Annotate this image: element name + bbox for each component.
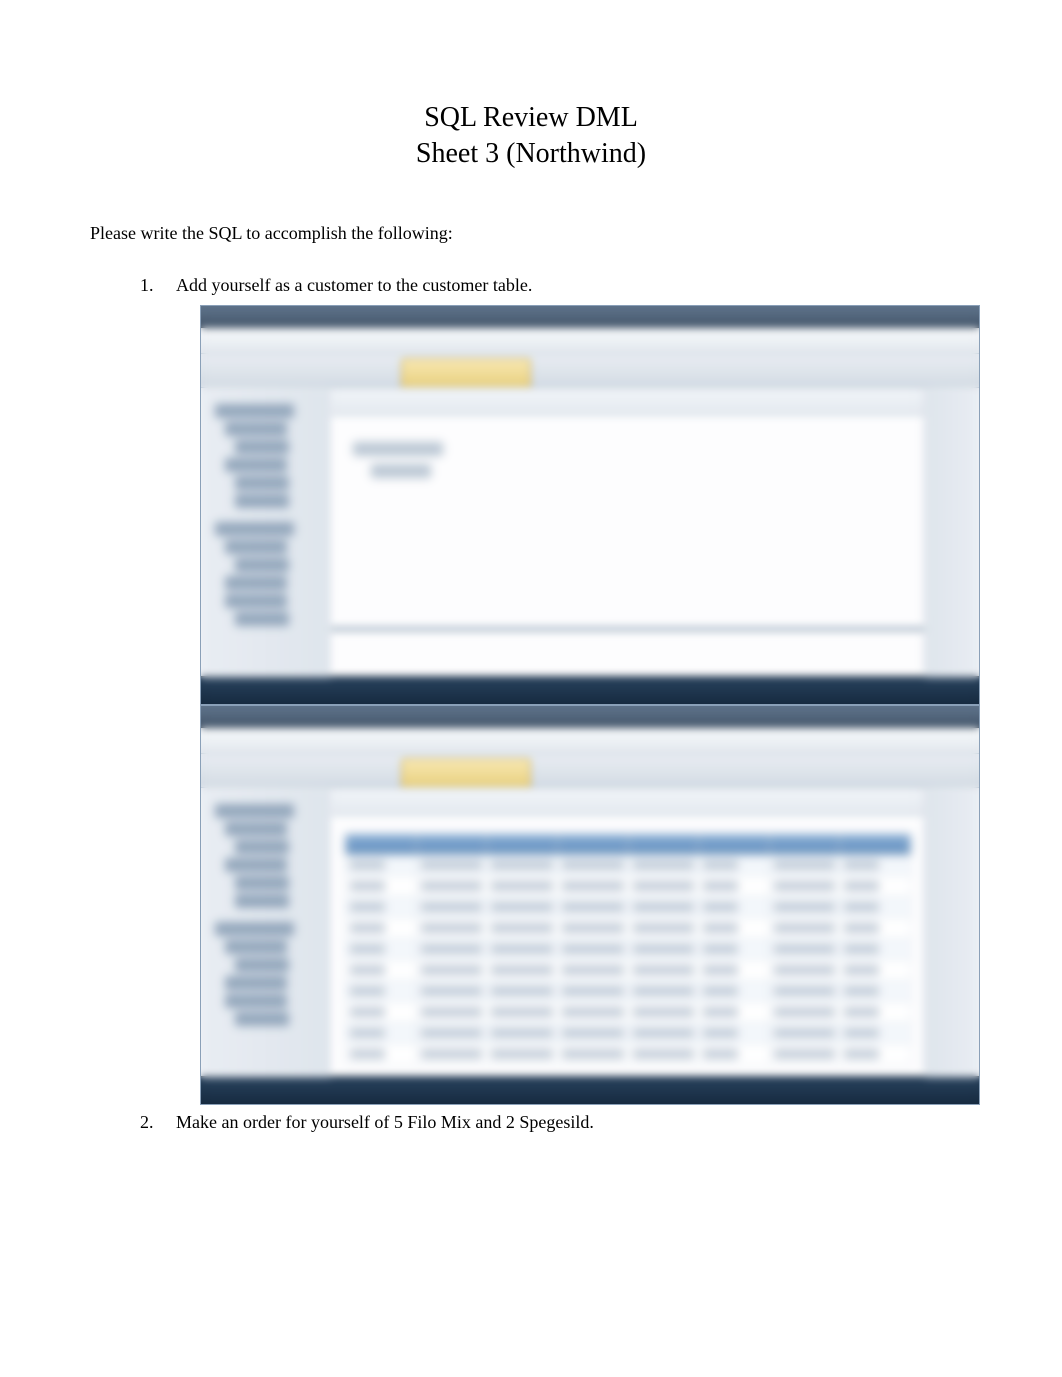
- sql-editor-area: [331, 388, 925, 676]
- window-statusbar: [201, 676, 979, 704]
- results-grid-area: [331, 788, 925, 1076]
- title-line-1: SQL Review DML: [90, 100, 972, 136]
- properties-panel: [925, 388, 979, 676]
- question-list: 1. Add yourself as a customer to the cus…: [90, 274, 972, 1135]
- question-1: 1. Add yourself as a customer to the cus…: [140, 274, 972, 1105]
- object-explorer-panel: [201, 788, 331, 1076]
- question-2: 2. Make an order for yourself of 5 Filo …: [140, 1111, 972, 1134]
- question-number: 1.: [140, 274, 162, 297]
- window-toolbar: [201, 754, 979, 788]
- window-statusbar: [201, 1076, 979, 1104]
- window-toolbar: [201, 354, 979, 388]
- properties-panel: [925, 788, 979, 1076]
- window-menubar: [201, 328, 979, 354]
- object-explorer-panel: [201, 388, 331, 676]
- title-line-2: Sheet 3 (Northwind): [90, 136, 972, 172]
- active-tab: [401, 758, 531, 787]
- screenshot-group: [200, 305, 980, 1105]
- window-menubar: [201, 728, 979, 754]
- instruction-text: Please write the SQL to accomplish the f…: [90, 223, 972, 244]
- screenshot-sql-editor: [200, 305, 980, 705]
- document-title-block: SQL Review DML Sheet 3 (Northwind): [90, 100, 972, 173]
- active-tab: [401, 358, 531, 387]
- screenshot-results-grid: [200, 705, 980, 1105]
- question-text: Add yourself as a customer to the custom…: [176, 274, 532, 297]
- window-titlebar: [201, 706, 979, 728]
- results-table: [345, 834, 911, 1065]
- window-titlebar: [201, 306, 979, 328]
- question-number: 2.: [140, 1111, 162, 1134]
- question-text: Make an order for yourself of 5 Filo Mix…: [176, 1111, 594, 1134]
